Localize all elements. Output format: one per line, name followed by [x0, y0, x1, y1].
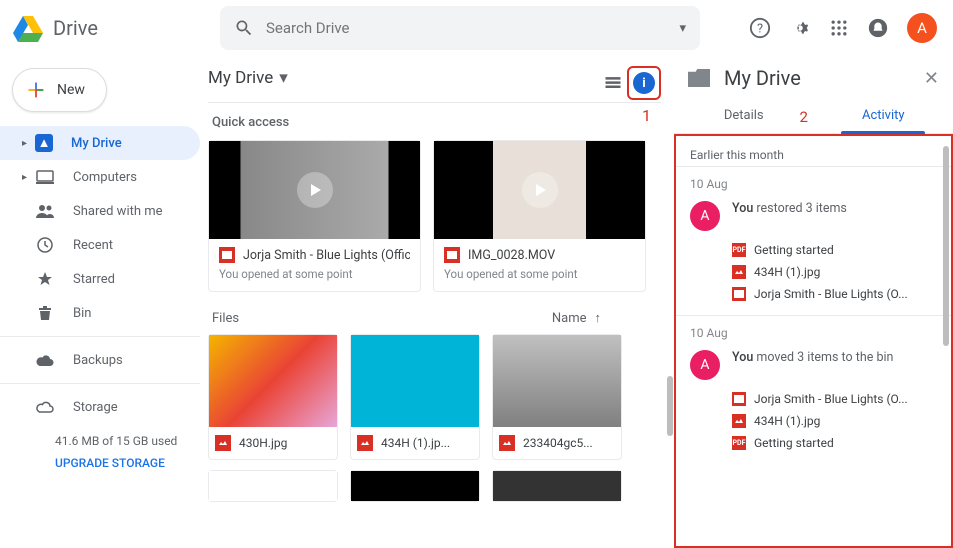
upgrade-storage-link[interactable]: UPGRADE STORAGE: [55, 456, 188, 470]
file-card[interactable]: 434H (1).jp...: [350, 334, 480, 460]
file-card[interactable]: [492, 470, 622, 502]
help-icon[interactable]: ?: [749, 17, 771, 39]
folder-icon: [688, 69, 710, 87]
video-thumbnail: [434, 141, 645, 239]
info-button[interactable]: i: [633, 72, 655, 94]
sidebar: New ▸▲My Drive ▸Computers Shared with me…: [0, 56, 200, 548]
sidebar-item-my-drive[interactable]: ▸▲My Drive: [0, 126, 200, 160]
cloud-icon: [35, 354, 55, 366]
list-view-icon[interactable]: [603, 73, 623, 93]
logo-area[interactable]: Drive: [10, 10, 210, 46]
scrollbar[interactable]: [943, 146, 949, 346]
image-file-icon: [732, 414, 746, 428]
file-card[interactable]: 430H.jpg: [208, 334, 338, 460]
sidebar-item-backups[interactable]: Backups: [0, 343, 200, 377]
video-file-icon: [444, 247, 460, 263]
sidebar-item-bin[interactable]: Bin: [0, 296, 200, 330]
search-options-icon[interactable]: ▾: [679, 21, 686, 36]
video-file-icon: [732, 287, 746, 301]
image-thumbnail: [493, 335, 621, 427]
activity-list: Earlier this month 10 Aug A You restored…: [674, 134, 953, 548]
sidebar-item-starred[interactable]: Starred: [0, 262, 200, 296]
tab-details[interactable]: Details: [674, 98, 814, 133]
notifications-icon[interactable]: [867, 17, 889, 39]
image-file-icon: [215, 435, 231, 451]
activity-file[interactable]: PDFGetting started: [732, 432, 937, 454]
annotation-1: 1: [642, 106, 651, 125]
settings-icon[interactable]: [789, 17, 811, 39]
drive-icon: ▲: [35, 134, 53, 152]
activity-file[interactable]: Jorja Smith - Blue Lights (O...: [732, 388, 937, 410]
file-thumbnail: [209, 471, 337, 501]
arrow-up-icon: ↑: [595, 310, 602, 326]
activity-block: 10 Aug A You moved 3 items to the bin Jo…: [676, 316, 951, 464]
app-name: Drive: [53, 16, 98, 40]
file-thumbnail: [493, 471, 621, 501]
storage-usage: 41.6 MB of 15 GB used: [55, 434, 188, 448]
activity-file[interactable]: 434H (1).jpg: [732, 410, 937, 432]
file-card[interactable]: [350, 470, 480, 502]
cloud-outline-icon: [35, 401, 55, 413]
chevron-down-icon: ▾: [279, 68, 288, 88]
sort-control[interactable]: Name↑: [552, 310, 601, 326]
app-header: Drive ▾ ? A: [0, 0, 953, 56]
video-thumbnail: [209, 141, 420, 239]
activity-text: You restored 3 items: [732, 201, 847, 216]
apps-icon[interactable]: [829, 18, 849, 38]
activity-file[interactable]: 434H (1).jpg: [732, 261, 937, 283]
shared-icon: [35, 204, 55, 218]
pdf-file-icon: PDF: [732, 243, 746, 257]
image-file-icon: [732, 265, 746, 279]
scrollbar[interactable]: [667, 376, 673, 436]
sidebar-item-storage[interactable]: Storage: [0, 390, 200, 424]
files-title: Files: [212, 311, 239, 326]
file-card[interactable]: 233404gc5...: [492, 334, 622, 460]
quick-access-title: Quick access: [212, 115, 661, 130]
user-avatar[interactable]: A: [907, 13, 937, 43]
play-icon: [297, 172, 333, 208]
activity-block: 10 Aug A You restored 3 items PDFGetting…: [676, 167, 951, 315]
info-button-highlight: i: [627, 66, 661, 100]
search-icon: [234, 18, 254, 38]
pdf-file-icon: PDF: [732, 436, 746, 450]
search-bar[interactable]: ▾: [220, 6, 700, 50]
activity-file[interactable]: PDFGetting started: [732, 239, 937, 261]
image-file-icon: [499, 435, 515, 451]
tab-activity[interactable]: Activity: [814, 98, 953, 133]
new-button[interactable]: New: [12, 68, 107, 112]
star-icon: [35, 271, 55, 287]
sidebar-item-shared[interactable]: Shared with me: [0, 194, 200, 228]
video-file-icon: [219, 247, 235, 263]
details-panel: My Drive ✕ Details 2 Activity Earlier th…: [673, 56, 953, 548]
image-file-icon: [357, 435, 373, 451]
activity-file[interactable]: Jorja Smith - Blue Lights (O...: [732, 283, 937, 305]
image-thumbnail: [209, 335, 337, 427]
svg-text:?: ?: [757, 22, 763, 37]
new-button-label: New: [57, 82, 85, 98]
quick-access-card[interactable]: IMG_0028.MOVYou opened at some point: [433, 140, 646, 292]
file-thumbnail: [351, 471, 479, 501]
annotation-2: 2: [800, 108, 808, 126]
close-icon[interactable]: ✕: [924, 68, 939, 89]
drive-logo-icon: [10, 10, 46, 46]
details-panel-title: My Drive: [724, 66, 924, 90]
main-content: My Drive ▾ i 1 Quick access Jorja Smith …: [200, 56, 673, 548]
activity-avatar: A: [690, 350, 720, 380]
breadcrumb[interactable]: My Drive ▾: [208, 56, 661, 100]
image-thumbnail: [351, 335, 479, 427]
quick-access-card[interactable]: Jorja Smith - Blue Lights (Offici...You …: [208, 140, 421, 292]
plus-icon: [25, 79, 47, 101]
recent-icon: [35, 237, 55, 253]
trash-icon: [35, 305, 55, 321]
file-card[interactable]: [208, 470, 338, 502]
play-icon: [522, 172, 558, 208]
sidebar-item-recent[interactable]: Recent: [0, 228, 200, 262]
search-input[interactable]: [266, 19, 679, 37]
computers-icon: [35, 170, 55, 184]
activity-text: You moved 3 items to the bin: [732, 350, 893, 365]
sidebar-item-computers[interactable]: ▸Computers: [0, 160, 200, 194]
video-file-icon: [732, 392, 746, 406]
activity-avatar: A: [690, 201, 720, 231]
activity-section-header: Earlier this month: [676, 140, 951, 167]
